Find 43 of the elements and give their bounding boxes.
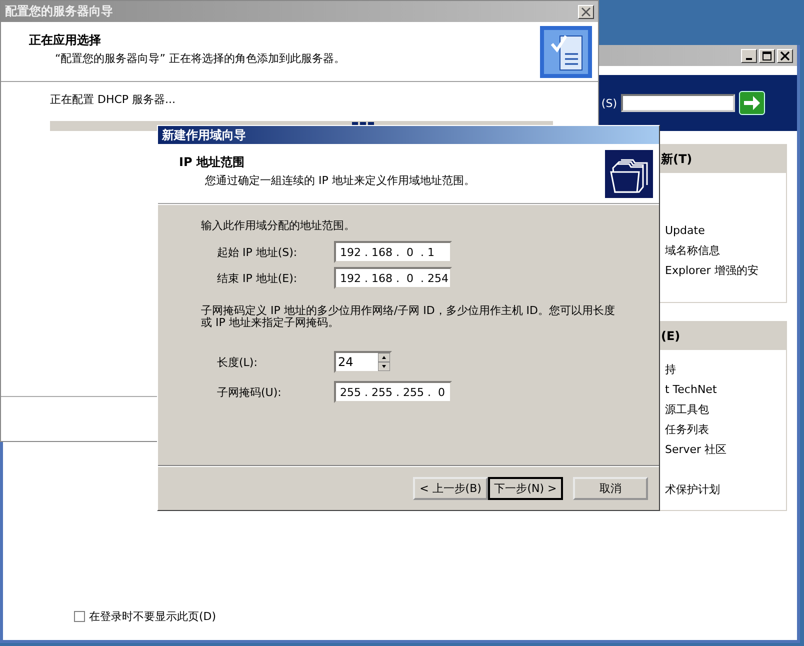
field-label: 起始 IP 地址(S): bbox=[217, 244, 298, 260]
task-link[interactable]: t TechNet bbox=[665, 380, 786, 400]
task-link[interactable]: 术保护计划 bbox=[665, 480, 786, 500]
instruction-text: 输入此作用域分配的地址范围。 bbox=[201, 218, 356, 233]
window-title: 配置您的服务器向导 bbox=[5, 3, 114, 20]
task-link[interactable]: 持 bbox=[665, 360, 786, 380]
explanation-text: 子网掩码定义 IP 地址的多少位用作网络/子网 ID，多少位用作主机 ID。您可以用长度或 IP 地址来指定子网掩码。 bbox=[201, 305, 616, 329]
task-link[interactable]: Update bbox=[665, 221, 786, 241]
task-link[interactable]: 域名称信息 bbox=[665, 241, 786, 261]
subnet-mask-field[interactable]: 255 . 255 . 255 . 0 bbox=[334, 381, 452, 403]
field-label: 长度(L): bbox=[217, 354, 258, 370]
ip-address-field[interactable]: 192 . 168 . 0 . 1 bbox=[334, 241, 452, 263]
checklist-icon bbox=[540, 26, 592, 78]
step-title: 正在应用选择 bbox=[29, 32, 102, 49]
up-arrow-icon[interactable] bbox=[378, 353, 390, 362]
minimize-icon bbox=[746, 58, 752, 60]
task-link[interactable]: 源工具包 bbox=[665, 400, 786, 420]
length-spinner[interactable]: 24 bbox=[334, 351, 392, 373]
step-title: IP 地址范围 bbox=[179, 154, 246, 171]
close-icon bbox=[581, 6, 591, 16]
ip-address-field[interactable]: 192 . 168 . 0 . 254 bbox=[334, 267, 452, 289]
task-link[interactable]: 任务列表 bbox=[665, 420, 786, 440]
status-text: 正在配置 DHCP 服务器... bbox=[50, 92, 177, 107]
down-arrow-icon[interactable] bbox=[378, 362, 390, 371]
search-label: (S) bbox=[601, 96, 617, 110]
checkbox[interactable] bbox=[74, 611, 85, 622]
checkbox-label: 在登录时不要显示此页(D) bbox=[89, 609, 216, 624]
task-link[interactable]: Server 社区 bbox=[665, 440, 786, 460]
arrow-icon bbox=[743, 95, 761, 111]
wizard-button[interactable]: 取消 bbox=[573, 476, 648, 500]
wizard-button[interactable]: 下一步(N) > bbox=[488, 476, 563, 500]
maximize-icon bbox=[762, 50, 772, 60]
wizard-button[interactable]: < 上一步(B) bbox=[413, 476, 488, 500]
go-button[interactable] bbox=[739, 91, 765, 115]
task-link[interactable]: Explorer 增强的安 bbox=[665, 261, 786, 281]
search-field[interactable] bbox=[621, 94, 735, 112]
step-description: 您通过确定一組连续的 IP 地址来定义作用域地址范围。 bbox=[205, 173, 476, 188]
close-icon bbox=[780, 50, 790, 60]
window-title: 新建作用域向导 bbox=[162, 126, 247, 144]
field-label: 结束 IP 地址(E): bbox=[217, 270, 298, 286]
step-description: “配置您的服务器向导” 正在将选择的角色添加到此服务器。 bbox=[55, 51, 346, 66]
folders-icon bbox=[605, 150, 653, 198]
field-label: 子网掩码(U): bbox=[217, 384, 282, 400]
